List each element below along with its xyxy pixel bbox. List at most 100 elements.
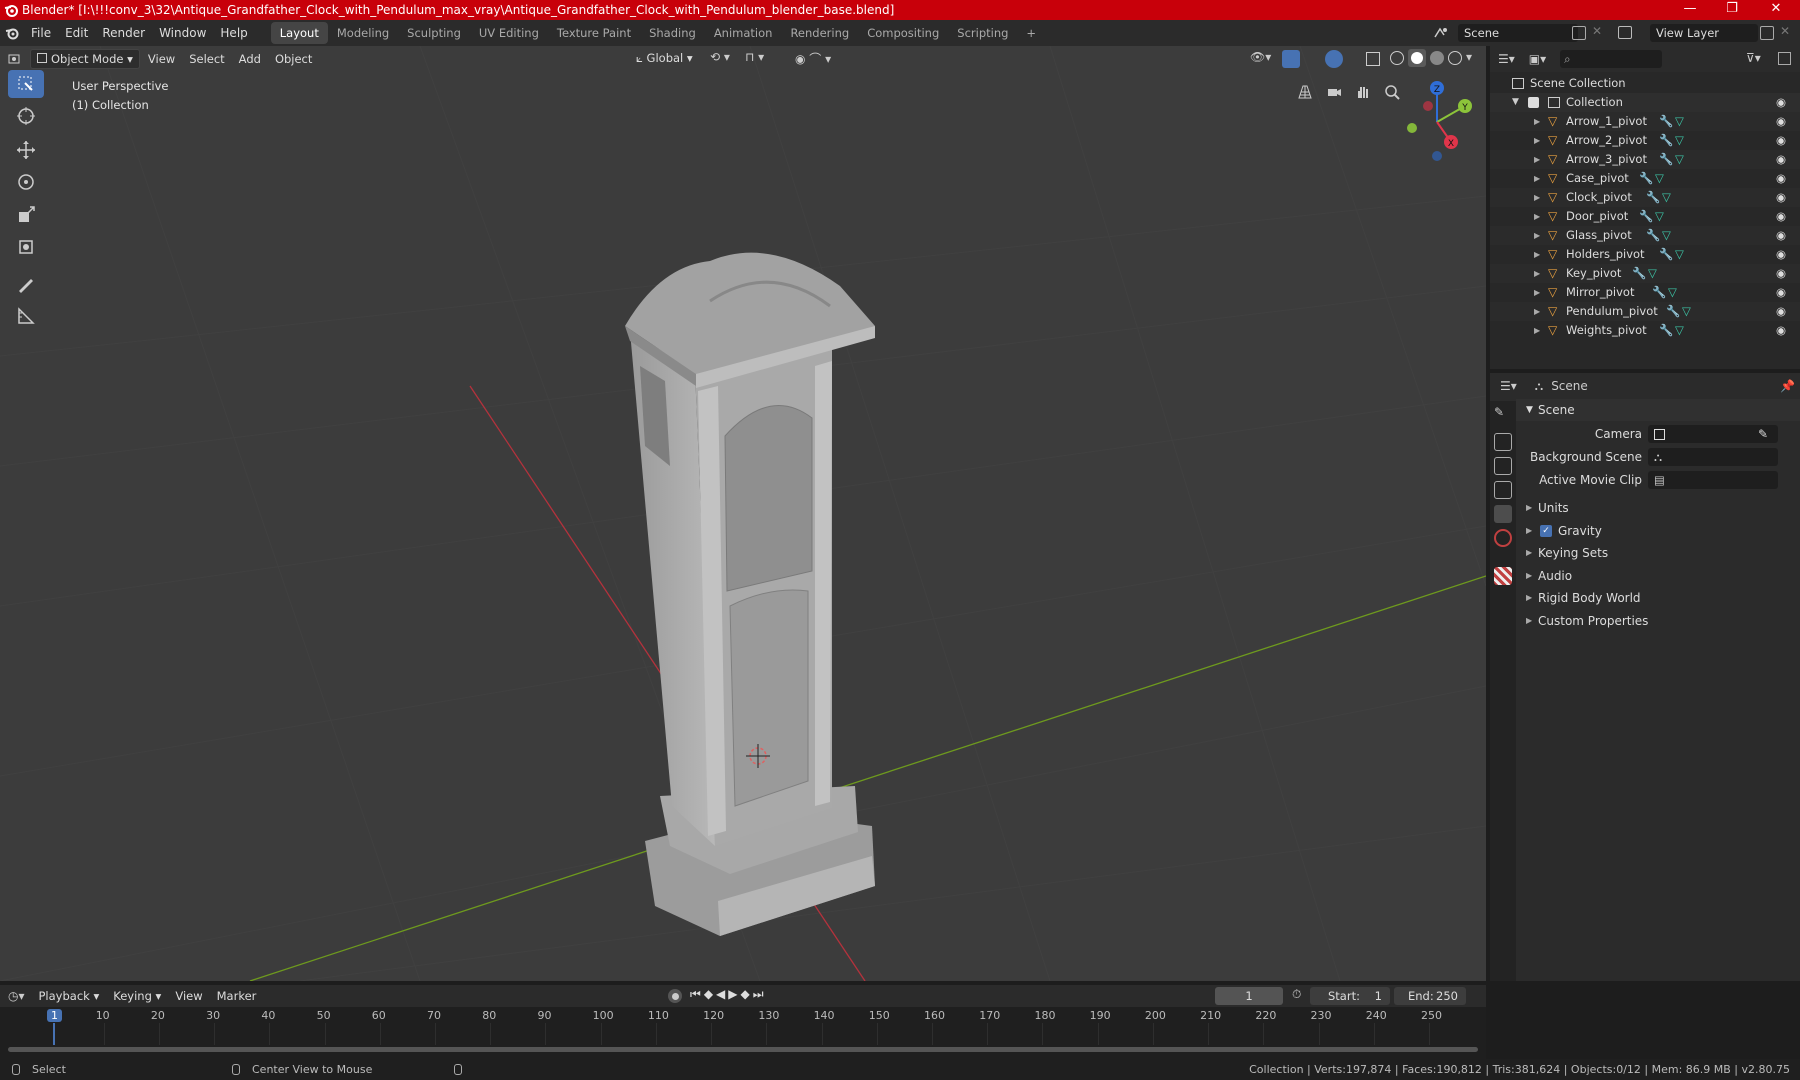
eye-icon[interactable]: ◉ (1776, 283, 1786, 302)
eye-icon[interactable]: ◉ (1776, 169, 1786, 188)
panel-units[interactable]: ▶ Units (1516, 497, 1800, 519)
eyedropper-icon[interactable]: ✎ (1758, 423, 1768, 445)
pan-view-icon[interactable] (1351, 80, 1375, 104)
gravity-checkbox[interactable]: ✓ (1540, 524, 1552, 537)
expand-arrow-icon[interactable]: ▶ (1534, 169, 1540, 188)
gizmo-toggle-icon[interactable] (1282, 50, 1300, 68)
viewport-menu-add[interactable]: Add (233, 50, 267, 68)
new-collection-icon[interactable] (1778, 52, 1791, 65)
rotate-tool[interactable] (8, 168, 44, 196)
cursor-tool[interactable] (8, 102, 44, 130)
viewport-menu-view[interactable]: View (142, 50, 181, 68)
world-tab-icon[interactable] (1494, 529, 1512, 547)
3d-viewport[interactable]: Object Mode ▾ View Select Add Object ⟀ G… (0, 46, 1486, 981)
outliner-item[interactable]: ▶ ▽ Arrow_1_pivot 🔧 ▽ ◉ (1490, 112, 1800, 131)
collapse-arrow-icon[interactable]: ▼ (1512, 93, 1519, 112)
render-tab-icon[interactable] (1494, 433, 1512, 451)
view-layer-icon[interactable] (1618, 26, 1632, 39)
filter-icon[interactable]: ⊽▾ (1746, 51, 1761, 65)
transform-tool[interactable] (8, 233, 44, 261)
outliner-item[interactable]: ▶ ▽ Key_pivot 🔧 ▽ ◉ (1490, 264, 1800, 283)
timeline-menu-keying[interactable]: Keying ▾ (107, 987, 167, 1005)
eye-icon[interactable]: ◉ (1776, 131, 1786, 150)
outliner-item[interactable]: ▶ ▽ Holders_pivot 🔧 ▽ ◉ (1490, 245, 1800, 264)
current-frame-field[interactable]: 1 (1215, 987, 1283, 1005)
visibility-icon[interactable]: 👁▾ (1250, 50, 1271, 64)
tool-tab-icon[interactable]: ✎ (1494, 405, 1512, 423)
new-scene-icon[interactable] (1572, 26, 1586, 40)
material-shading-icon[interactable] (1430, 51, 1444, 65)
tab-uv-editing[interactable]: UV Editing (470, 22, 548, 44)
eye-icon[interactable]: ◉ (1776, 302, 1786, 321)
navigation-gizmo[interactable]: Z Y X (1395, 76, 1475, 166)
camera-view-icon[interactable] (1322, 80, 1346, 104)
restore-button[interactable]: ❐ (1712, 0, 1752, 20)
viewport-menu-object[interactable]: Object (269, 50, 318, 68)
outliner-search-input[interactable]: ⌕ (1560, 50, 1663, 68)
timeline-menu-marker[interactable]: Marker (211, 987, 263, 1005)
eye-icon[interactable]: ◉ (1776, 150, 1786, 169)
grandfather-clock-model[interactable] (600, 206, 900, 946)
expand-arrow-icon[interactable]: ▶ (1534, 283, 1540, 302)
expand-arrow-icon[interactable]: ▶ (1534, 112, 1540, 131)
menu-window[interactable]: Window (152, 20, 213, 46)
panel-keying-sets[interactable]: ▶ Keying Sets (1516, 542, 1800, 564)
texture-tab-icon[interactable] (1494, 567, 1512, 585)
viewport-menu-select[interactable]: Select (183, 50, 230, 68)
timeline-menu-playback[interactable]: Playback ▾ (33, 987, 106, 1005)
shading-options-icon[interactable]: ▾ (1466, 50, 1472, 64)
menu-file[interactable]: File (24, 20, 58, 46)
rendered-shading-icon[interactable] (1448, 51, 1462, 65)
eye-icon[interactable]: ◉ (1776, 264, 1786, 283)
outliner-display-mode-icon[interactable]: ▣▾ (1529, 52, 1546, 66)
select-box-tool[interactable] (8, 70, 44, 98)
tab-shading[interactable]: Shading (640, 22, 705, 44)
outliner-item[interactable]: ▶ ▽ Case_pivot 🔧 ▽ ◉ (1490, 169, 1800, 188)
outliner-item[interactable]: ▶ ▽ Arrow_2_pivot 🔧 ▽ ◉ (1490, 131, 1800, 150)
prev-keyframe-icon[interactable]: ◆ (704, 987, 716, 1001)
overlay-toggle-icon[interactable] (1325, 50, 1343, 68)
eye-icon[interactable]: ◉ (1776, 245, 1786, 264)
move-tool[interactable] (8, 136, 44, 164)
end-frame-field[interactable]: End: 250 (1394, 987, 1466, 1005)
outliner-item[interactable]: ▶ ▽ Door_pivot 🔧 ▽ ◉ (1490, 207, 1800, 226)
tab-scripting[interactable]: Scripting (948, 22, 1017, 44)
timeline-editor-icon[interactable]: ◷▾ (0, 989, 33, 1003)
playhead[interactable] (53, 1023, 55, 1045)
expand-arrow-icon[interactable]: ▶ (1534, 131, 1540, 150)
menu-help[interactable]: Help (213, 20, 254, 46)
minimize-button[interactable]: — (1670, 0, 1710, 20)
active-movie-clip-field[interactable]: ▤ (1648, 471, 1778, 489)
tab-modeling[interactable]: Modeling (328, 22, 398, 44)
delete-view-layer-icon[interactable]: ✕ (1780, 24, 1790, 38)
close-button[interactable]: ✕ (1756, 0, 1796, 20)
expand-arrow-icon[interactable]: ▶ (1534, 150, 1540, 169)
solid-shading-icon[interactable] (1408, 49, 1426, 67)
expand-arrow-icon[interactable]: ▶ (1534, 264, 1540, 283)
tab-sculpting[interactable]: Sculpting (398, 22, 470, 44)
expand-arrow-icon[interactable]: ▶ (1534, 321, 1540, 340)
view-layer-field[interactable]: View Layer (1650, 24, 1758, 42)
play-reverse-icon[interactable]: ◀ (716, 987, 728, 1001)
jump-start-icon[interactable]: ⏮ (690, 987, 704, 1001)
eye-icon[interactable]: ◉ (1776, 112, 1786, 131)
eye-icon[interactable]: ◉ (1776, 93, 1786, 112)
scene-section-header[interactable]: ▼ Scene (1516, 399, 1800, 421)
play-icon[interactable]: ▶ (728, 987, 740, 1001)
stopwatch-icon[interactable]: ⏱ (1292, 987, 1301, 1002)
outliner-item[interactable]: ▶ ▽ Pendulum_pivot 🔧 ▽ ◉ (1490, 302, 1800, 321)
tab-compositing[interactable]: Compositing (858, 22, 948, 44)
scene-field[interactable]: Scene (1458, 24, 1578, 42)
annotate-tool[interactable] (8, 270, 44, 298)
properties-editor-icon[interactable]: ☰▾ (1500, 379, 1517, 393)
outliner-item[interactable]: ▶ ▽ Weights_pivot 🔧 ▽ ◉ (1490, 321, 1800, 340)
next-keyframe-icon[interactable]: ◆ (741, 987, 753, 1001)
panel-gravity[interactable]: ▶ ✓ Gravity (1516, 520, 1800, 542)
expand-arrow-icon[interactable]: ▶ (1534, 226, 1540, 245)
snap-icon[interactable]: ⊓ ▾ (745, 50, 764, 64)
proportional-editing-icon[interactable]: ◉ ⌒ ▾ (795, 50, 831, 67)
toggle-grid-view-icon[interactable] (1293, 80, 1317, 104)
add-workspace-button[interactable]: + (1017, 22, 1045, 44)
panel-rigid-body-world[interactable]: ▶ Rigid Body World (1516, 587, 1800, 609)
menu-render[interactable]: Render (95, 20, 152, 46)
